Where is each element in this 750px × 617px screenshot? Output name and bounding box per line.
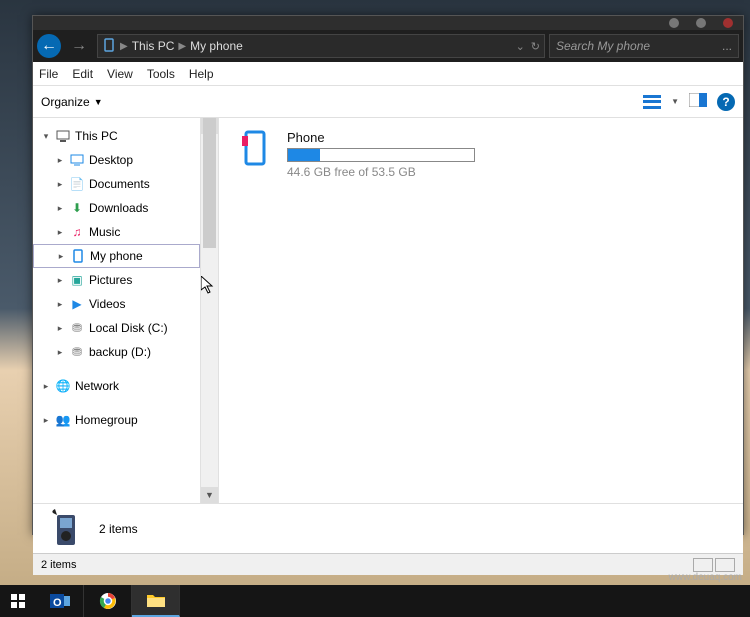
content-pane[interactable]: Phone 44.6 GB free of 53.5 GB xyxy=(219,118,743,503)
tree-desktop[interactable]: ▸ Desktop xyxy=(33,148,200,172)
storage-bar xyxy=(287,148,475,162)
maximize-button[interactable] xyxy=(696,18,706,28)
preview-pane-button[interactable] xyxy=(689,93,707,110)
documents-icon: 📄 xyxy=(69,176,85,192)
menu-help[interactable]: Help xyxy=(189,67,214,81)
expand-icon[interactable]: ▸ xyxy=(41,381,51,392)
storage-free-text: 44.6 GB free of 53.5 GB xyxy=(287,165,475,179)
expand-icon[interactable]: ▸ xyxy=(55,203,65,214)
taskbar-outlook[interactable]: O xyxy=(36,585,84,617)
menu-file[interactable]: File xyxy=(39,67,58,81)
help-button[interactable]: ? xyxy=(717,93,735,111)
search-input[interactable]: Search My phone ... xyxy=(549,34,739,58)
device-name: Phone xyxy=(287,130,475,145)
taskbar-file-explorer[interactable] xyxy=(132,585,180,617)
phone-storage-icon xyxy=(237,130,273,166)
scroll-down-icon[interactable]: ▼ xyxy=(201,487,218,503)
tree-this-pc[interactable]: ▾ This PC xyxy=(33,124,200,148)
start-button[interactable] xyxy=(0,585,36,617)
details-item-count: 2 items xyxy=(99,522,138,536)
tree-downloads[interactable]: ▸ ⬇ Downloads xyxy=(33,196,200,220)
tree-local-disk-c[interactable]: ▸ ⛃ Local Disk (C:) xyxy=(33,316,200,340)
downloads-icon: ⬇ xyxy=(69,200,85,216)
expand-icon[interactable]: ▸ xyxy=(55,323,65,334)
scroll-thumb[interactable] xyxy=(203,118,216,248)
tree-music[interactable]: ▸ ♫ Music xyxy=(33,220,200,244)
tree-scrollbar[interactable]: ▲ ▼ xyxy=(201,118,219,503)
file-explorer-window: ← → ▶ This PC ▶ My phone ⌄ ↻ Search My p… xyxy=(32,15,744,535)
desktop-icon xyxy=(69,152,85,168)
expand-icon[interactable]: ▸ xyxy=(56,251,66,262)
homegroup-icon: 👥 xyxy=(55,412,71,428)
disk-icon: ⛃ xyxy=(69,344,85,360)
pc-icon xyxy=(55,128,71,144)
tree-documents[interactable]: ▸ 📄 Documents xyxy=(33,172,200,196)
expand-icon[interactable]: ▸ xyxy=(55,179,65,190)
expand-icon[interactable]: ▸ xyxy=(55,155,65,166)
watermark-text: www.deuaq.com xyxy=(669,572,742,583)
view-details-icon[interactable] xyxy=(693,558,713,572)
expand-icon[interactable]: ▸ xyxy=(55,275,65,286)
chevron-down-icon[interactable]: ▼ xyxy=(671,97,679,106)
search-placeholder: Search My phone xyxy=(556,39,650,53)
tree-pictures[interactable]: ▸ ▣ Pictures xyxy=(33,268,200,292)
expand-icon[interactable]: ▸ xyxy=(55,227,65,238)
storage-bar-fill xyxy=(288,149,320,161)
phone-icon xyxy=(102,38,116,55)
menu-bar: File Edit View Tools Help xyxy=(33,62,743,86)
navigation-bar: ← → ▶ This PC ▶ My phone ⌄ ↻ Search My p… xyxy=(33,30,743,62)
device-item-phone[interactable]: Phone 44.6 GB free of 53.5 GB xyxy=(237,130,725,179)
videos-icon: ▶ xyxy=(69,296,85,312)
menu-tools[interactable]: Tools xyxy=(147,67,175,81)
titlebar[interactable] xyxy=(33,16,743,30)
music-icon: ♫ xyxy=(69,224,85,240)
media-device-icon xyxy=(49,509,81,549)
command-bar: Organize ▼ ▼ ? xyxy=(33,86,743,118)
disk-icon: ⛃ xyxy=(69,320,85,336)
phone-icon xyxy=(70,248,86,264)
navigation-tree: ▾ This PC ▸ Desktop ▸ 📄 Documents ▸ ⬇ Do… xyxy=(33,118,201,503)
explorer-body: ▾ This PC ▸ Desktop ▸ 📄 Documents ▸ ⬇ Do… xyxy=(33,118,743,503)
tree-homegroup[interactable]: ▸ 👥 Homegroup xyxy=(33,408,200,432)
network-icon: 🌐 xyxy=(55,378,71,394)
search-menu-icon[interactable]: ... xyxy=(722,39,732,53)
menu-edit[interactable]: Edit xyxy=(72,67,93,81)
tree-network[interactable]: ▸ 🌐 Network xyxy=(33,374,200,398)
status-item-count: 2 items xyxy=(41,559,76,571)
taskbar-chrome[interactable] xyxy=(84,585,132,617)
breadcrumb-sep-icon: ▶ xyxy=(120,41,128,52)
forward-button[interactable]: → xyxy=(65,33,93,59)
organize-button[interactable]: Organize ▼ xyxy=(41,95,103,109)
breadcrumb-sep-icon: ▶ xyxy=(178,41,186,52)
svg-text:O: O xyxy=(53,597,62,609)
chevron-down-icon: ▼ xyxy=(94,97,103,107)
details-pane: 2 items xyxy=(33,503,743,553)
back-button[interactable]: ← xyxy=(37,34,61,58)
status-bar: 2 items xyxy=(33,553,743,575)
view-options-button[interactable] xyxy=(643,95,661,109)
refresh-icon[interactable]: ↻ xyxy=(531,40,540,53)
tree-videos[interactable]: ▸ ▶ Videos xyxy=(33,292,200,316)
address-dropdown-icon[interactable]: ⌄ xyxy=(516,40,525,53)
tree-my-phone[interactable]: ▸ My phone xyxy=(33,244,200,268)
breadcrumb-location[interactable]: My phone xyxy=(190,39,243,53)
minimize-button[interactable] xyxy=(669,18,679,28)
breadcrumb-root[interactable]: This PC xyxy=(132,39,175,53)
menu-view[interactable]: View xyxy=(107,67,133,81)
pictures-icon: ▣ xyxy=(69,272,85,288)
expand-icon[interactable]: ▸ xyxy=(41,415,51,426)
taskbar: O xyxy=(0,585,750,617)
view-large-icon[interactable] xyxy=(715,558,735,572)
close-button[interactable] xyxy=(723,18,733,28)
collapse-icon[interactable]: ▾ xyxy=(41,131,51,142)
address-bar[interactable]: ▶ This PC ▶ My phone ⌄ ↻ xyxy=(97,34,545,58)
expand-icon[interactable]: ▸ xyxy=(55,347,65,358)
tree-backup-d[interactable]: ▸ ⛃ backup (D:) xyxy=(33,340,200,364)
expand-icon[interactable]: ▸ xyxy=(55,299,65,310)
